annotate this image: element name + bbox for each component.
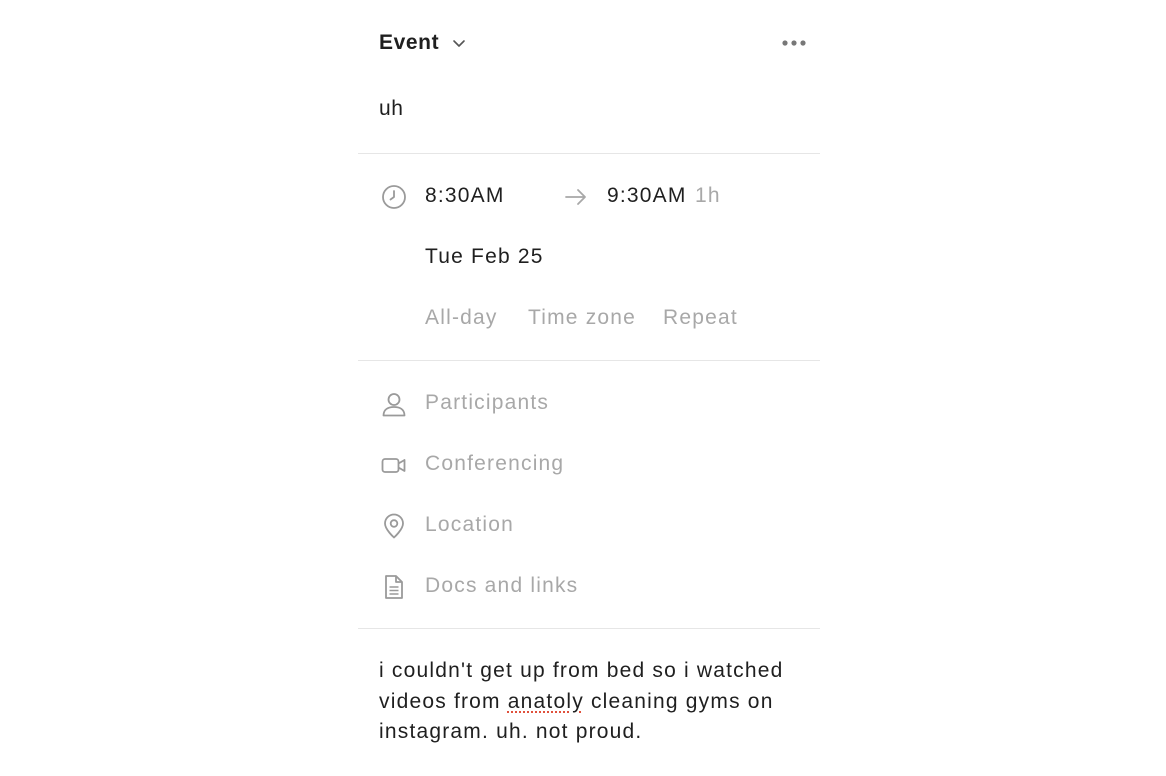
duration-label: 1h	[695, 184, 721, 207]
participants-field[interactable]: Participants	[425, 391, 549, 415]
end-time[interactable]: 9:30AM	[607, 184, 687, 208]
docs-and-links-field[interactable]: Docs and links	[425, 574, 578, 598]
arrow-right-icon	[563, 184, 589, 210]
event-notes[interactable]: i couldn't get up from bed so i watched …	[379, 656, 799, 748]
more-options-button[interactable]	[779, 30, 809, 56]
panel-header: Event	[379, 26, 809, 60]
misspelled-word: anatoly	[507, 689, 584, 713]
divider	[358, 360, 820, 361]
event-type-selector[interactable]: Event	[379, 26, 467, 60]
clock-icon	[380, 183, 408, 211]
location-field[interactable]: Location	[425, 513, 514, 537]
chevron-down-icon	[451, 35, 467, 51]
more-horizontal-icon	[781, 39, 807, 47]
all-day-option[interactable]: All-day	[425, 306, 498, 330]
video-camera-icon	[380, 451, 408, 479]
map-pin-icon	[380, 512, 408, 540]
event-type-label: Event	[379, 31, 440, 54]
event-title[interactable]: uh	[379, 97, 404, 121]
conferencing-field[interactable]: Conferencing	[425, 452, 564, 476]
event-date[interactable]: Tue Feb 25	[425, 245, 544, 269]
event-detail-panel: Event uh 8:30AM 9:30AM 1h Tue Feb 25 All…	[358, 0, 820, 776]
repeat-option[interactable]: Repeat	[663, 306, 738, 330]
start-time[interactable]: 8:30AM	[425, 184, 505, 208]
divider	[358, 153, 820, 154]
document-icon	[380, 573, 408, 601]
person-icon	[380, 390, 408, 418]
divider	[358, 628, 820, 629]
time-zone-option[interactable]: Time zone	[528, 306, 636, 330]
